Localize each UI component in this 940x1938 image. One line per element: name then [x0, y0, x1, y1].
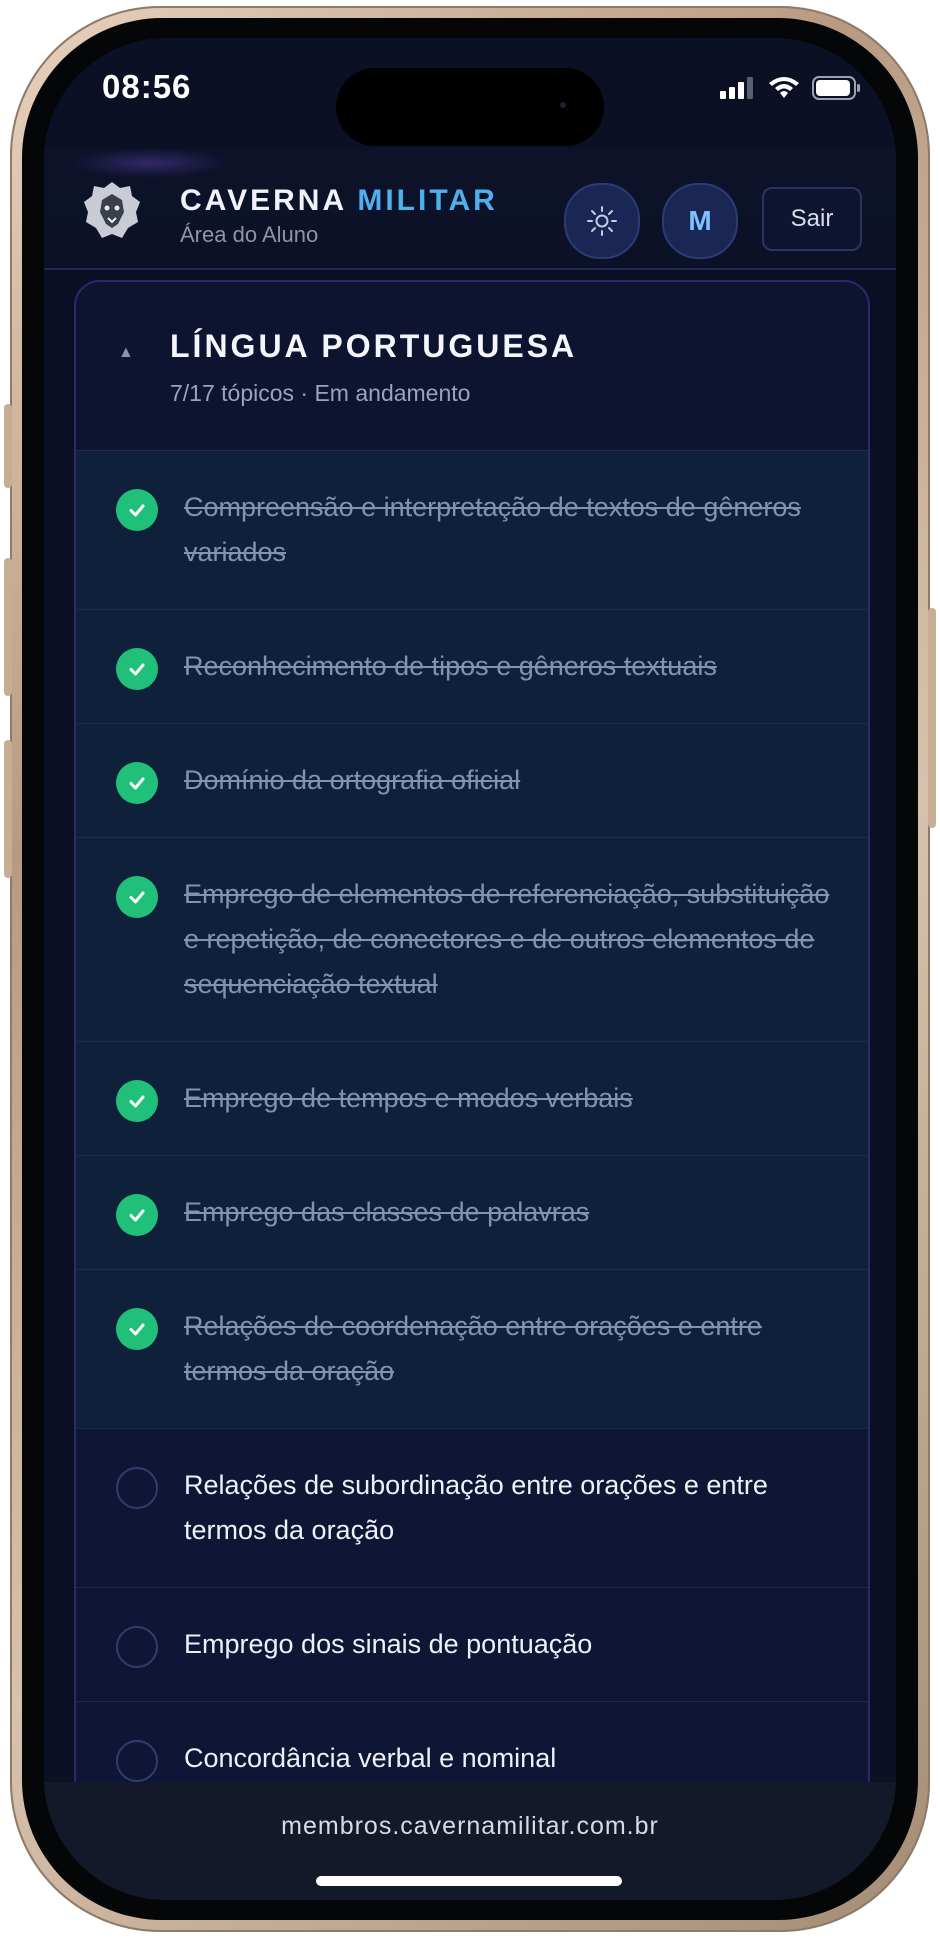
topic-item[interactable]: Relações de coordenação entre orações e …	[76, 1270, 868, 1429]
signal-icon	[720, 77, 753, 99]
collapse-arrow-icon[interactable]: ▲	[118, 344, 134, 362]
status-bar: 08:56	[44, 38, 896, 148]
topic-item[interactable]: Emprego de elementos de referenciação, s…	[76, 838, 868, 1042]
logout-button[interactable]: Sair	[762, 187, 862, 251]
browser-url-bar[interactable]: membros.cavernamilitar.com.br	[44, 1782, 896, 1900]
avatar-button[interactable]: M	[662, 183, 738, 259]
subject-card: ▲ LÍNGUA PORTUGUESA 7/17 tópicos · Em an…	[74, 280, 870, 1884]
topic-label: Emprego de elementos de referenciação, s…	[184, 879, 830, 999]
brand-title: CAVERNA MILITAR	[180, 184, 498, 218]
empty-circle-icon[interactable]	[116, 1626, 158, 1668]
power-button	[928, 608, 936, 828]
status-time: 08:56	[102, 68, 192, 105]
action-button	[4, 404, 12, 488]
header-glow	[70, 148, 230, 178]
brand-name-accent: MILITAR	[357, 184, 498, 217]
topic-label: Compreensão e interpretação de textos de…	[184, 492, 801, 567]
topic-item[interactable]: Emprego de tempos e modos verbais	[76, 1042, 868, 1156]
topic-label: Relações de coordenação entre orações e …	[184, 1311, 762, 1386]
status-icons	[720, 76, 862, 100]
sun-icon	[587, 206, 617, 236]
brand-name-primary: CAVERNA	[180, 184, 347, 217]
topic-item[interactable]: Compreensão e interpretação de textos de…	[76, 451, 868, 610]
topic-label: Domínio da ortografia oficial	[184, 765, 521, 795]
topic-label: Reconhecimento de tipos e gêneros textua…	[184, 651, 717, 681]
battery-icon	[812, 76, 860, 100]
lion-logo-icon	[84, 182, 140, 238]
check-circle-icon[interactable]	[116, 1194, 158, 1236]
check-circle-icon[interactable]	[116, 648, 158, 690]
subject-progress: 7/17 tópicos · Em andamento	[170, 380, 471, 406]
volume-up-button	[4, 558, 12, 696]
topic-item[interactable]: Emprego dos sinais de pontuação	[76, 1588, 868, 1702]
check-circle-icon[interactable]	[116, 876, 158, 918]
topic-list: Compreensão e interpretação de textos de…	[76, 451, 868, 1816]
topic-item[interactable]: Reconhecimento de tipos e gêneros textua…	[76, 610, 868, 724]
brand: CAVERNA MILITAR Área do Aluno	[180, 184, 498, 248]
volume-down-button	[4, 740, 12, 878]
topic-item[interactable]: Relações de subordinação entre orações e…	[76, 1429, 868, 1588]
brand-subtitle: Área do Aluno	[180, 222, 319, 247]
topic-label: Emprego dos sinais de pontuação	[184, 1629, 593, 1659]
check-circle-icon[interactable]	[116, 1308, 158, 1350]
phone-screen: 08:56 CAVERNA MILITAR Área do Aluno M Sa…	[44, 38, 896, 1900]
topic-item[interactable]: Emprego das classes de palavras	[76, 1156, 868, 1270]
topic-label: Emprego das classes de palavras	[184, 1197, 590, 1227]
check-circle-icon[interactable]	[116, 489, 158, 531]
main-content: ▲ LÍNGUA PORTUGUESA 7/17 tópicos · Em an…	[44, 270, 896, 1884]
empty-circle-icon[interactable]	[116, 1740, 158, 1782]
subject-header[interactable]: ▲ LÍNGUA PORTUGUESA 7/17 tópicos · Em an…	[76, 282, 868, 451]
check-circle-icon[interactable]	[116, 1080, 158, 1122]
app-header: CAVERNA MILITAR Área do Aluno M Sair	[44, 148, 896, 270]
topic-label: Emprego de tempos e modos verbais	[184, 1083, 633, 1113]
empty-circle-icon[interactable]	[116, 1467, 158, 1509]
theme-toggle-button[interactable]	[564, 183, 640, 259]
check-circle-icon[interactable]	[116, 762, 158, 804]
camera-dot	[560, 102, 566, 108]
topic-item[interactable]: Domínio da ortografia oficial	[76, 724, 868, 838]
subject-title: LÍNGUA PORTUGUESA	[170, 328, 578, 364]
browser-url[interactable]: membros.cavernamilitar.com.br	[44, 1812, 896, 1841]
topic-label: Relações de subordinação entre orações e…	[184, 1470, 768, 1545]
home-indicator	[316, 1876, 622, 1886]
topic-label: Concordância verbal e nominal	[184, 1743, 557, 1773]
wifi-icon	[769, 77, 799, 98]
